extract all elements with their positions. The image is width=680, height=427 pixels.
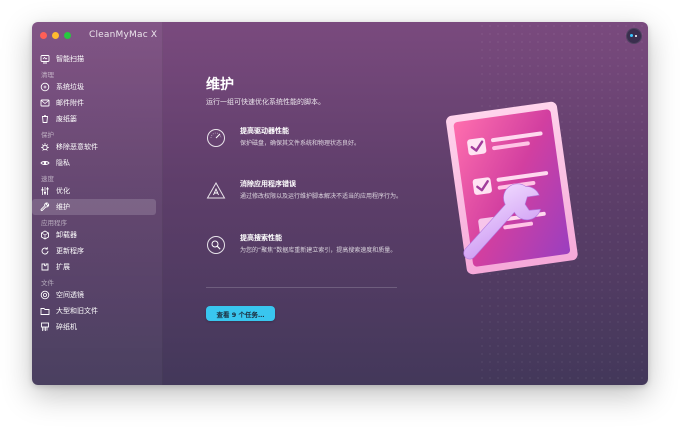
sidebar-item-trash[interactable]: 废纸篓 (32, 111, 156, 127)
sidebar-section-applications: 应用程序 (41, 219, 67, 227)
sidebar-item-updater[interactable]: 更新程序 (32, 243, 156, 259)
app-title: CleanMyMac X (89, 30, 158, 40)
sidebar-item-label: 系统垃圾 (56, 83, 84, 91)
sidebar-item-space-lens[interactable]: 空间透镜 (32, 287, 156, 303)
extensions-icon (40, 262, 50, 272)
view-tasks-button[interactable]: 查看 9 个任务… (206, 306, 275, 321)
sidebar-section-protection: 保护 (41, 131, 54, 139)
system-junk-icon (40, 82, 50, 92)
page-title: 维护 (206, 77, 234, 93)
close-window-button[interactable] (40, 32, 47, 39)
zoom-window-button[interactable] (64, 32, 71, 39)
sidebar-item-label: 隐私 (56, 159, 70, 167)
sidebar-item-system-junk[interactable]: 系统垃圾 (32, 79, 156, 95)
updater-icon (40, 246, 50, 256)
search-magnifier-icon (206, 235, 226, 255)
sidebar-item-malware-removal[interactable]: 移除恶意软件 (32, 139, 156, 155)
traffic-lights (40, 32, 71, 39)
sidebar-item-optimization[interactable]: 优化 (32, 183, 156, 199)
sidebar-item-label: 卸载器 (56, 231, 77, 239)
sidebar-item-label: 更新程序 (56, 247, 84, 255)
sidebar-item-label: 废纸篓 (56, 115, 77, 123)
shredder-icon (40, 322, 50, 332)
sidebar-item-label: 智能扫描 (56, 55, 84, 63)
sidebar-list: 智能扫描 清理 系统垃圾 邮件附件 废纸篓 保护 移除恶意软件 隐私 速度 优化… (32, 51, 162, 335)
assistant-button[interactable] (626, 28, 642, 44)
space-lens-icon (40, 290, 50, 300)
optimization-icon (40, 186, 50, 196)
feature-title: 消除应用程序错误 (240, 180, 296, 188)
page-subtitle: 运行一组可快速优化系统性能的脚本。 (206, 98, 325, 106)
sidebar-item-label: 邮件附件 (56, 99, 84, 107)
maintenance-icon (40, 202, 50, 212)
privacy-icon (40, 158, 50, 168)
sidebar-item-label: 维护 (56, 203, 70, 211)
assistant-indicator-icon (630, 34, 633, 37)
feature-title: 提高搜索性能 (240, 234, 282, 242)
sidebar-item-label: 优化 (56, 187, 70, 195)
feature-description: 保护磁盘，确保其文件系统和物理状态良好。 (240, 140, 361, 147)
maintenance-hero-illustration (432, 94, 604, 284)
mail-attachments-icon (40, 98, 50, 108)
app-window: 智能扫描 清理 系统垃圾 邮件附件 废纸篓 保护 移除恶意软件 隐私 速度 优化… (32, 22, 648, 385)
sidebar-item-label: 碎纸机 (56, 323, 77, 331)
sidebar-item-label: 移除恶意软件 (56, 143, 98, 151)
feature-search-performance: 提高搜索性能 为您的“聚焦”数据库重新建立索引，提高搜索速度和质量。 (206, 233, 406, 273)
sidebar-item-maintenance[interactable]: 维护 (32, 199, 156, 215)
warning-triangle-icon (206, 181, 226, 201)
smart-scan-icon (40, 54, 50, 64)
feature-description: 通过修改权限以及运行维护脚本解决不适当的应用程序行为。 (240, 193, 403, 200)
uninstaller-icon (40, 230, 50, 240)
disk-performance-icon (206, 128, 226, 148)
feature-drive-performance: 提高驱动器性能 保护磁盘，确保其文件系统和物理状态良好。 (206, 126, 406, 166)
sidebar-item-privacy[interactable]: 隐私 (32, 155, 156, 171)
large-old-files-icon (40, 306, 50, 316)
sidebar: 智能扫描 清理 系统垃圾 邮件附件 废纸篓 保护 移除恶意软件 隐私 速度 优化… (32, 22, 163, 385)
sidebar-item-large-old-files[interactable]: 大型和旧文件 (32, 303, 156, 319)
sidebar-item-extensions[interactable]: 扩展 (32, 259, 156, 275)
feature-description: 为您的“聚焦”数据库重新建立索引，提高搜索速度和质量。 (240, 247, 397, 254)
feature-title: 提高驱动器性能 (240, 127, 289, 135)
sidebar-item-label: 大型和旧文件 (56, 307, 98, 315)
trash-icon (40, 114, 50, 124)
malware-icon (40, 142, 50, 152)
sidebar-item-label: 空间透镜 (56, 291, 84, 299)
content-divider (206, 287, 397, 288)
sidebar-item-uninstaller[interactable]: 卸载器 (32, 227, 156, 243)
minimize-window-button[interactable] (52, 32, 59, 39)
sidebar-item-mail-attachments[interactable]: 邮件附件 (32, 95, 156, 111)
sidebar-section-speed: 速度 (41, 175, 54, 183)
main-panel: 维护 运行一组可快速优化系统性能的脚本。 提高驱动器性能 保护磁盘，确保其文件系… (162, 22, 648, 385)
sidebar-section-cleanup: 清理 (41, 71, 54, 79)
sidebar-item-shredder[interactable]: 碎纸机 (32, 319, 156, 335)
sidebar-item-label: 扩展 (56, 263, 70, 271)
feature-fix-app-errors: 消除应用程序错误 通过修改权限以及运行维护脚本解决不适当的应用程序行为。 (206, 179, 406, 219)
sidebar-section-files: 文件 (41, 279, 54, 287)
sidebar-item-smart-scan[interactable]: 智能扫描 (32, 51, 156, 67)
